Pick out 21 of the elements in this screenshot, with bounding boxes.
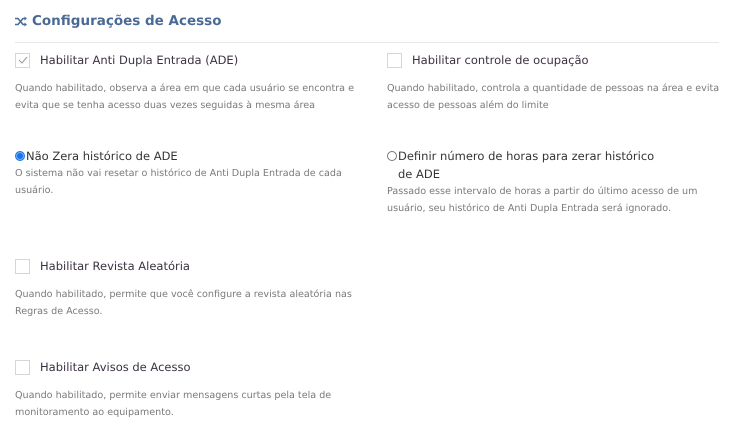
option-description: Passado esse intervalo de horas a partir do último acesso de um usuário, seu histórico de Anti Dupla Entrada será ignorado. [387, 185, 698, 216]
checkbox[interactable] [15, 52, 30, 68]
radio-label: Não Zera histórico de ADE [26, 148, 179, 165]
checkbox-label: Habilitar Revista Aleatória [40, 259, 190, 273]
option-description: O sistema não vai resetar o histórico de Anti Dupla Entrada de cada usuário. [15, 167, 343, 198]
checkbox[interactable] [15, 258, 30, 274]
radio-button[interactable] [15, 151, 25, 161]
option-description: Quando habilitado, controla a quantidade de pessoas na área e evita acesso de pessoas além do limite [387, 82, 720, 113]
checkbox-label: Habilitar Avisos de Acesso [40, 360, 190, 374]
checkbox[interactable] [15, 360, 30, 374]
radio-button[interactable] [387, 151, 397, 161]
option-description: Quando habilitado, observa a área em que cada usuário se encontra e evita que se tenha acesso duas vezes seguidas à mesma área [15, 82, 355, 113]
option-description: Quando habilitado, permite enviar mensagens curtas pela tela de monitoramento ao equipamento. [15, 389, 332, 420]
section-title: Configurações de Acesso [32, 13, 222, 29]
option-description: Quando habilitado, permite que você configure a revista aleatória nas Regras de Acesso. [15, 288, 353, 319]
radio-label: Definir número de horas para zerar histórico de ADE [398, 148, 656, 183]
check-icon [18, 56, 28, 64]
shuffle-icon [15, 16, 27, 26]
checkbox[interactable] [387, 52, 402, 68]
checkbox-label: Habilitar controle de ocupação [412, 53, 589, 67]
checkbox-label: Habilitar Anti Dupla Entrada (ADE) [40, 53, 238, 67]
